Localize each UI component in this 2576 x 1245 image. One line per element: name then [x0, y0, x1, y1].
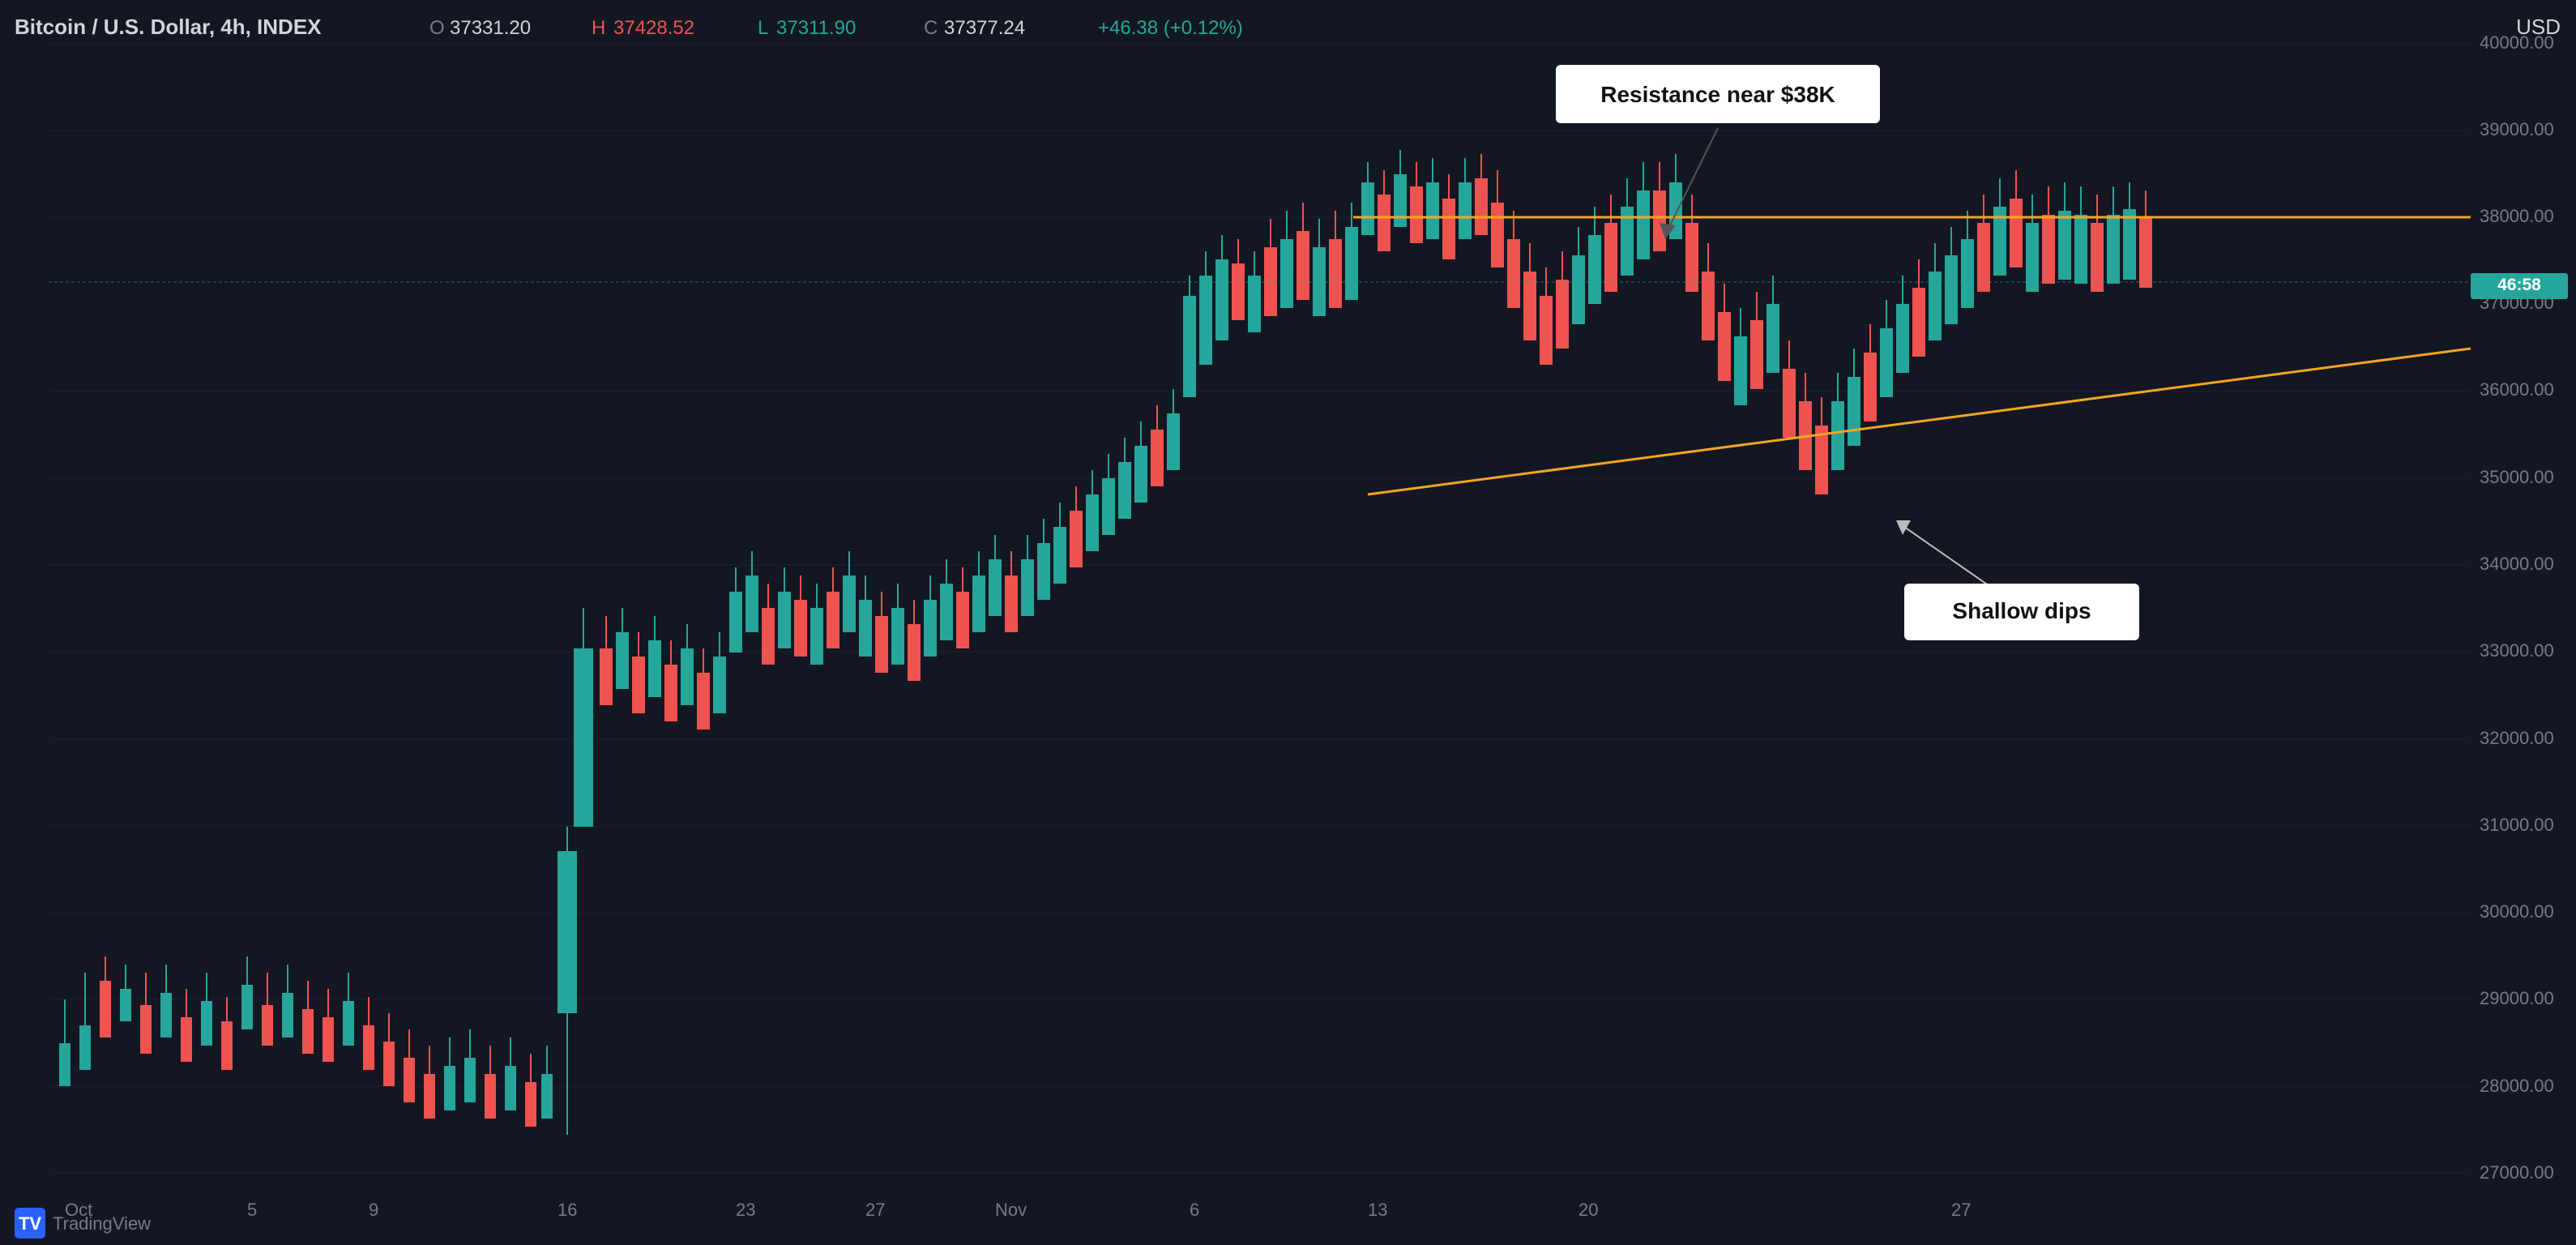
svg-text:37311.90: 37311.90	[776, 17, 856, 39]
chart-container: Resistance near $38K Shallow dips 40000.…	[0, 0, 2576, 1245]
svg-text:37428.52: 37428.52	[613, 17, 694, 39]
svg-text:34000.00: 34000.00	[2480, 554, 2554, 574]
svg-text:36000.00: 36000.00	[2480, 379, 2554, 400]
svg-text:46:58: 46:58	[2497, 276, 2541, 294]
svg-text:33000.00: 33000.00	[2480, 640, 2554, 661]
svg-text:H: H	[592, 17, 605, 39]
svg-text:Shallow dips: Shallow dips	[1952, 598, 2091, 623]
svg-text:O: O	[429, 17, 445, 39]
svg-text:TV: TV	[19, 1213, 41, 1234]
svg-text:32000.00: 32000.00	[2480, 728, 2554, 748]
svg-text:Resistance near $38K: Resistance near $38K	[1600, 82, 1835, 107]
chart-svg: Resistance near $38K Shallow dips 40000.…	[0, 0, 2576, 1245]
svg-text:6: 6	[1190, 1200, 1199, 1220]
svg-text:Bitcoin / U.S. Dollar, 4h, IND: Bitcoin / U.S. Dollar, 4h, INDEX	[15, 15, 322, 39]
svg-text:37377.24: 37377.24	[944, 17, 1025, 39]
svg-text:31000.00: 31000.00	[2480, 815, 2554, 835]
svg-text:27: 27	[865, 1200, 885, 1220]
svg-text:TradingView: TradingView	[53, 1213, 151, 1234]
svg-text:20: 20	[1578, 1200, 1598, 1220]
svg-text:13: 13	[1368, 1200, 1387, 1220]
svg-text:35000.00: 35000.00	[2480, 467, 2554, 487]
svg-text:L: L	[758, 17, 768, 39]
svg-text:29000.00: 29000.00	[2480, 988, 2554, 1008]
svg-text:23: 23	[736, 1200, 755, 1220]
svg-text:5: 5	[247, 1200, 257, 1220]
svg-text:USD: USD	[2516, 15, 2561, 39]
svg-text:27: 27	[1951, 1200, 1971, 1220]
svg-text:28000.00: 28000.00	[2480, 1076, 2554, 1096]
svg-text:C: C	[924, 17, 938, 39]
svg-text:+46.38 (+0.12%): +46.38 (+0.12%)	[1098, 17, 1243, 39]
svg-text:37331.20: 37331.20	[450, 17, 531, 39]
svg-text:30000.00: 30000.00	[2480, 901, 2554, 922]
svg-text:39000.00: 39000.00	[2480, 119, 2554, 139]
svg-text:Nov: Nov	[995, 1200, 1027, 1220]
svg-text:16: 16	[557, 1200, 577, 1220]
svg-text:38000.00: 38000.00	[2480, 206, 2554, 226]
svg-text:9: 9	[369, 1200, 378, 1220]
svg-text:27000.00: 27000.00	[2480, 1162, 2554, 1183]
